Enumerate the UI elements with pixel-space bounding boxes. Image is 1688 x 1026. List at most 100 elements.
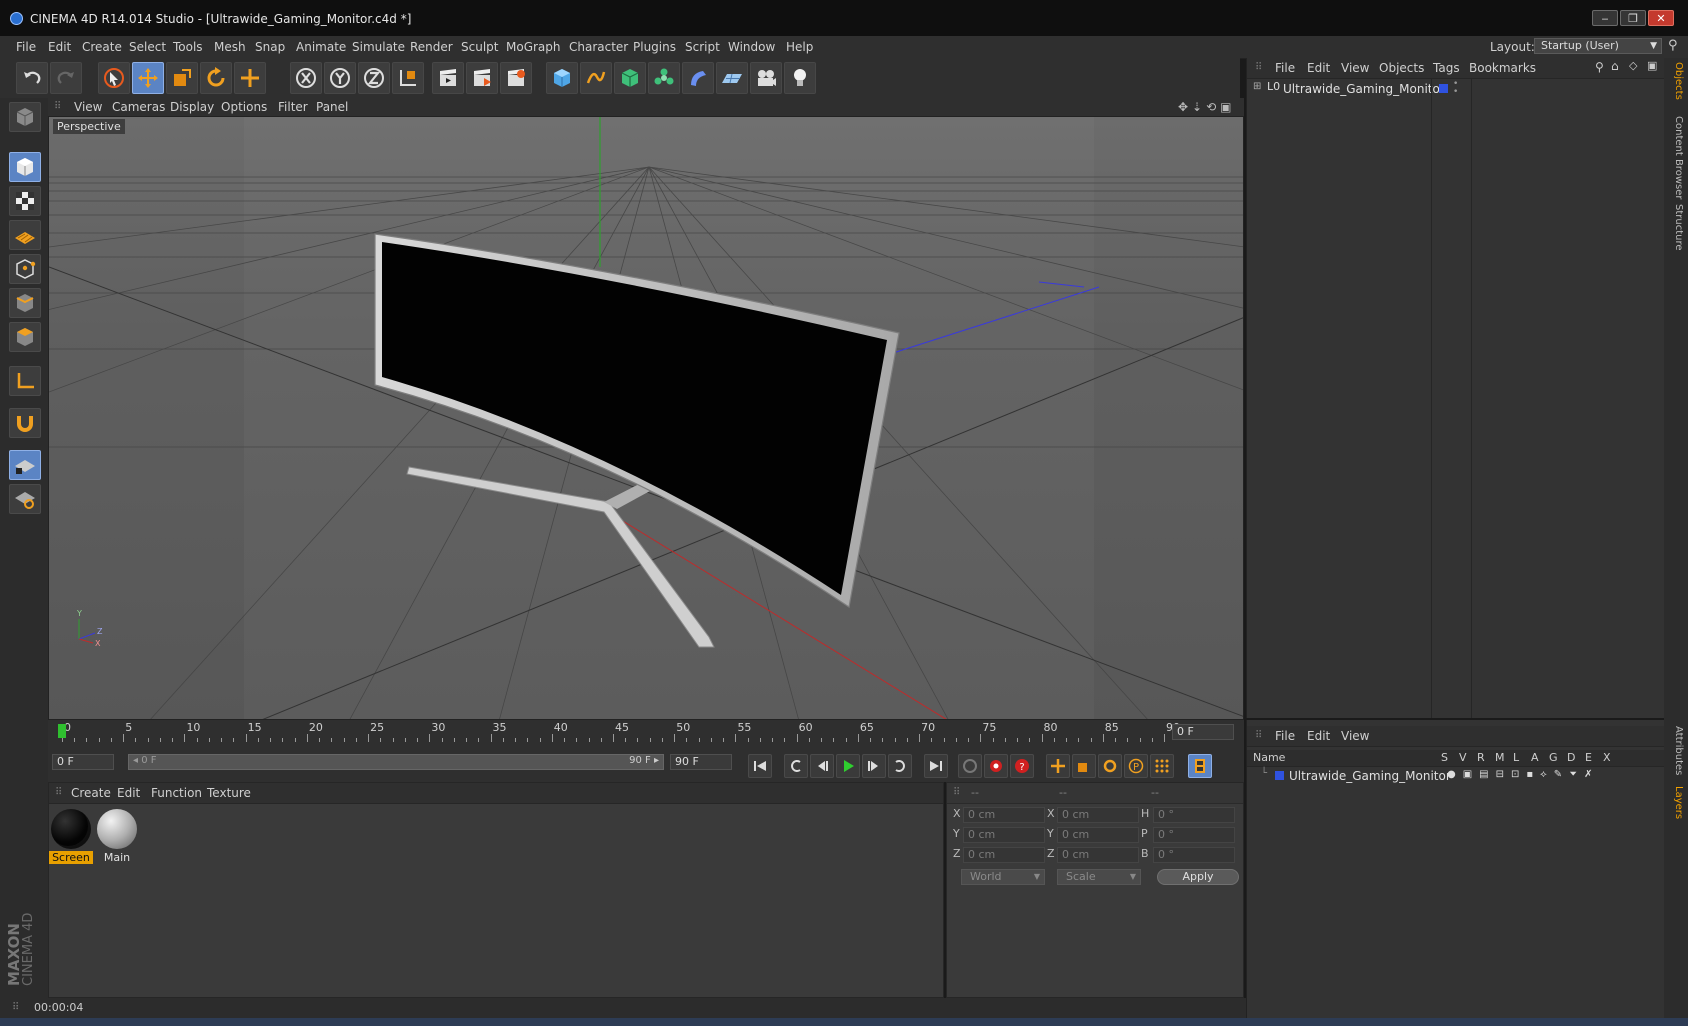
menu-render[interactable]: Render [410,40,453,54]
scale-tool-button[interactable] [166,62,198,94]
timeline-playhead[interactable] [58,724,66,738]
apply-button[interactable]: Apply [1157,869,1239,885]
layer-col-locked[interactable]: L [1513,751,1519,764]
keyframe-selection-button[interactable]: ? [1010,754,1034,778]
planar-workplane-button[interactable] [9,484,41,514]
render-settings-button[interactable] [500,62,532,94]
tab-structure[interactable]: Structure [1673,204,1684,251]
rot-h-field[interactable]: 0 ° [1153,807,1235,823]
key-scale-button[interactable] [1072,754,1096,778]
size-mode-dropdown[interactable]: Scale ▼ [1057,869,1141,885]
make-editable-button[interactable] [9,102,41,132]
minimize-button[interactable]: ‒ [1592,10,1618,26]
menu-animate[interactable]: Animate [296,40,346,54]
next-key-button[interactable] [888,754,912,778]
rot-p-field[interactable]: 0 ° [1153,827,1235,843]
layer-menu-view[interactable]: View [1341,729,1369,743]
new-window-icon[interactable]: ▣ [1647,59,1657,72]
light-object-button[interactable] [784,62,816,94]
z-axis-lock-button[interactable] [358,62,390,94]
layer-col-solo[interactable]: S [1441,751,1448,764]
texture-mode-button[interactable] [9,186,41,216]
menu-simulate[interactable]: Simulate [352,40,405,54]
layer-col-xref[interactable]: X [1603,751,1611,764]
object-menu-view[interactable]: View [1341,61,1369,75]
key-rotation-button[interactable] [1098,754,1122,778]
size-y-field[interactable]: 0 cm [1057,827,1139,843]
axis-mode-button[interactable] [9,366,41,396]
layer-col-view[interactable]: V [1459,751,1467,764]
layer-col-manager[interactable]: M [1495,751,1505,764]
end-frame-field[interactable]: 90 F [670,754,732,770]
layer-menu-edit[interactable]: Edit [1307,729,1330,743]
layer-name[interactable]: Ultrawide_Gaming_Monitor [1289,769,1451,783]
size-z-field[interactable]: 0 cm [1057,847,1139,863]
x-axis-lock-button[interactable] [290,62,322,94]
y-axis-lock-button[interactable] [324,62,356,94]
timeline-ruler[interactable]: 051015202530354045505560657075808590 0 F [48,720,1244,744]
tab-objects[interactable]: Objects [1673,62,1684,100]
undo-button[interactable] [16,62,48,94]
menu-tools[interactable]: Tools [173,40,203,54]
previous-frame-button[interactable] [810,754,834,778]
play-button[interactable] [836,754,860,778]
start-frame-field[interactable]: 0 F [52,754,114,770]
object-name[interactable]: Ultrawide_Gaming_Monitor [1283,82,1445,96]
viewport-menu-cameras[interactable]: Cameras [112,100,165,114]
material-menu-edit[interactable]: Edit [117,786,140,800]
render-picture-viewer-button[interactable] [466,62,498,94]
layer-col-generators[interactable]: G [1549,751,1558,764]
workplane-mode-button[interactable] [9,220,41,250]
menu-snap[interactable]: Snap [255,40,285,54]
timeline-window-button[interactable] [1188,754,1212,778]
pos-x-field[interactable]: 0 cm [963,807,1045,823]
floor-object-button[interactable] [716,62,748,94]
next-frame-button[interactable] [862,754,886,778]
previous-key-button[interactable] [784,754,808,778]
coordinate-system-button[interactable] [392,62,424,94]
material-menu-texture[interactable]: Texture [207,786,251,800]
go-to-start-button[interactable] [748,754,772,778]
object-menu-file[interactable]: File [1275,61,1295,75]
edges-mode-button[interactable] [9,288,41,318]
object-search-icon[interactable]: ⚲ [1595,60,1604,74]
layer-menu-file[interactable]: File [1275,729,1295,743]
camera-object-button[interactable] [750,62,782,94]
layout-select[interactable]: Startup (User) ▼ [1534,38,1662,54]
tab-content-browser[interactable]: Content Browser [1673,116,1684,199]
model-mode-button[interactable] [9,152,41,182]
menu-file[interactable]: File [16,40,36,54]
menu-plugins[interactable]: Plugins [633,40,676,54]
material-menu-create[interactable]: Create [71,786,111,800]
object-row[interactable]: ⊞ L0 Ultrawide_Gaming_Monitor • • [1247,80,1664,98]
move-tool-button[interactable] [132,62,164,94]
coord-system-dropdown[interactable]: World ▼ [961,869,1045,885]
add-object-tool-button[interactable] [234,62,266,94]
viewport-menu-display[interactable]: Display [170,100,214,114]
viewport-menu-options[interactable]: Options [221,100,267,114]
layer-col-deformers[interactable]: D [1567,751,1575,764]
menu-edit[interactable]: Edit [48,40,71,54]
menu-sculpt[interactable]: Sculpt [461,40,498,54]
pos-z-field[interactable]: 0 cm [963,847,1045,863]
render-view-button[interactable] [432,62,464,94]
object-menu-objects[interactable]: Objects [1379,61,1424,75]
key-position-button[interactable] [1046,754,1070,778]
menu-character[interactable]: Character [569,40,628,54]
material-menu-function[interactable]: Function [151,786,202,800]
redo-button[interactable] [50,62,82,94]
layer-color-swatch[interactable] [1439,84,1448,93]
visibility-dots-icon[interactable]: • • [1453,80,1458,97]
collapse-icon[interactable]: ◇ [1629,59,1637,72]
material-swatch-main[interactable]: Main [95,807,139,865]
current-frame-field[interactable]: 0 F [1172,724,1234,740]
points-mode-button[interactable] [9,254,41,284]
expand-icon[interactable]: ⊞ [1253,81,1261,92]
key-pla-button[interactable] [1150,754,1174,778]
object-menu-edit[interactable]: Edit [1307,61,1330,75]
object-menu-bookmarks[interactable]: Bookmarks [1469,61,1536,75]
go-to-end-button[interactable] [924,754,948,778]
layer-flag-icons[interactable]: ●▣▤⊟⊡▪⟡✎⏷✗ [1447,769,1600,780]
frame-range-slider[interactable]: ◂ 0 F 90 F ▸ [128,754,664,770]
menu-mograph[interactable]: MoGraph [506,40,561,54]
